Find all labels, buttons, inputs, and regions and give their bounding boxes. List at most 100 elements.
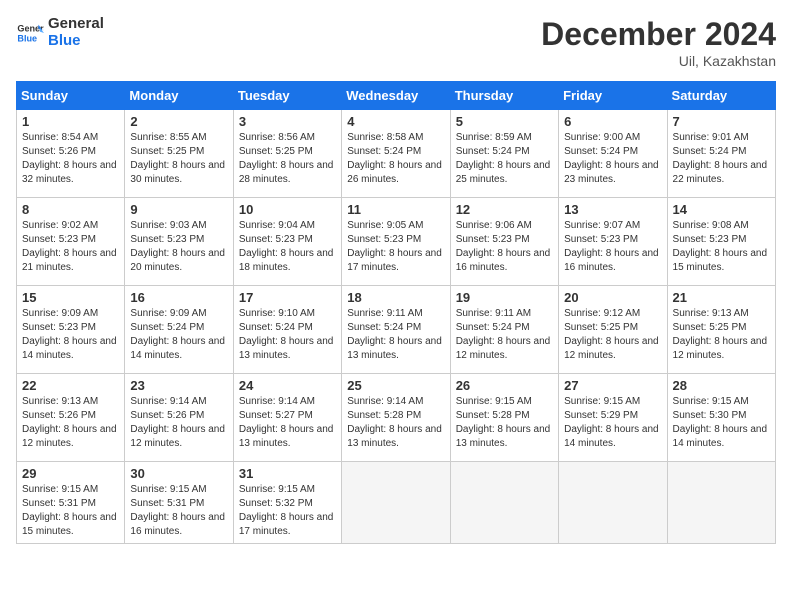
day-info: Sunrise: 9:00 AMSunset: 5:24 PMDaylight:…: [564, 131, 661, 187]
col-header-sunday: Sunday: [17, 82, 125, 110]
day-number: 5: [456, 114, 553, 129]
day-info: Sunrise: 9:07 AMSunset: 5:23 PMDaylight:…: [564, 219, 661, 275]
logo: General Blue General Blue: [16, 16, 104, 49]
month-title: December 2024: [541, 16, 776, 53]
day-cell: 5 Sunrise: 8:59 AMSunset: 5:24 PMDayligh…: [450, 110, 558, 198]
day-cell: 31 Sunrise: 9:15 AMSunset: 5:32 PMDaylig…: [233, 462, 341, 544]
day-number: 9: [130, 202, 227, 217]
day-cell: [342, 462, 450, 544]
day-info: Sunrise: 9:08 AMSunset: 5:23 PMDaylight:…: [673, 219, 770, 275]
day-info: Sunrise: 9:15 AMSunset: 5:29 PMDaylight:…: [564, 395, 661, 451]
col-header-saturday: Saturday: [667, 82, 775, 110]
day-info: Sunrise: 9:13 AMSunset: 5:25 PMDaylight:…: [673, 307, 770, 363]
day-number: 2: [130, 114, 227, 129]
day-info: Sunrise: 9:10 AMSunset: 5:24 PMDaylight:…: [239, 307, 336, 363]
day-cell: 11 Sunrise: 9:05 AMSunset: 5:23 PMDaylig…: [342, 198, 450, 286]
col-header-tuesday: Tuesday: [233, 82, 341, 110]
day-number: 24: [239, 378, 336, 393]
day-info: Sunrise: 9:11 AMSunset: 5:24 PMDaylight:…: [456, 307, 553, 363]
svg-text:Blue: Blue: [17, 33, 37, 43]
day-info: Sunrise: 8:59 AMSunset: 5:24 PMDaylight:…: [456, 131, 553, 187]
day-cell: 19 Sunrise: 9:11 AMSunset: 5:24 PMDaylig…: [450, 286, 558, 374]
day-number: 25: [347, 378, 444, 393]
day-number: 23: [130, 378, 227, 393]
title-section: December 2024 Uil, Kazakhstan: [541, 16, 776, 69]
day-number: 10: [239, 202, 336, 217]
day-info: Sunrise: 8:54 AMSunset: 5:26 PMDaylight:…: [22, 131, 119, 187]
week-row-3: 15 Sunrise: 9:09 AMSunset: 5:23 PMDaylig…: [17, 286, 776, 374]
day-cell: 12 Sunrise: 9:06 AMSunset: 5:23 PMDaylig…: [450, 198, 558, 286]
day-info: Sunrise: 9:15 AMSunset: 5:28 PMDaylight:…: [456, 395, 553, 451]
day-cell: 24 Sunrise: 9:14 AMSunset: 5:27 PMDaylig…: [233, 374, 341, 462]
day-info: Sunrise: 9:09 AMSunset: 5:24 PMDaylight:…: [130, 307, 227, 363]
day-cell: 13 Sunrise: 9:07 AMSunset: 5:23 PMDaylig…: [559, 198, 667, 286]
day-number: 7: [673, 114, 770, 129]
day-number: 27: [564, 378, 661, 393]
day-number: 13: [564, 202, 661, 217]
col-header-thursday: Thursday: [450, 82, 558, 110]
day-cell: 30 Sunrise: 9:15 AMSunset: 5:31 PMDaylig…: [125, 462, 233, 544]
day-number: 6: [564, 114, 661, 129]
day-info: Sunrise: 9:13 AMSunset: 5:26 PMDaylight:…: [22, 395, 119, 451]
day-number: 8: [22, 202, 119, 217]
day-cell: 18 Sunrise: 9:11 AMSunset: 5:24 PMDaylig…: [342, 286, 450, 374]
day-info: Sunrise: 9:15 AMSunset: 5:31 PMDaylight:…: [130, 483, 227, 539]
day-cell: 21 Sunrise: 9:13 AMSunset: 5:25 PMDaylig…: [667, 286, 775, 374]
week-row-2: 8 Sunrise: 9:02 AMSunset: 5:23 PMDayligh…: [17, 198, 776, 286]
day-cell: [559, 462, 667, 544]
day-number: 16: [130, 290, 227, 305]
week-row-5: 29 Sunrise: 9:15 AMSunset: 5:31 PMDaylig…: [17, 462, 776, 544]
day-cell: 28 Sunrise: 9:15 AMSunset: 5:30 PMDaylig…: [667, 374, 775, 462]
day-info: Sunrise: 9:09 AMSunset: 5:23 PMDaylight:…: [22, 307, 119, 363]
week-row-4: 22 Sunrise: 9:13 AMSunset: 5:26 PMDaylig…: [17, 374, 776, 462]
day-cell: 25 Sunrise: 9:14 AMSunset: 5:28 PMDaylig…: [342, 374, 450, 462]
day-cell: 22 Sunrise: 9:13 AMSunset: 5:26 PMDaylig…: [17, 374, 125, 462]
day-cell: 27 Sunrise: 9:15 AMSunset: 5:29 PMDaylig…: [559, 374, 667, 462]
day-number: 31: [239, 466, 336, 481]
day-cell: 3 Sunrise: 8:56 AMSunset: 5:25 PMDayligh…: [233, 110, 341, 198]
day-cell: [450, 462, 558, 544]
col-header-wednesday: Wednesday: [342, 82, 450, 110]
day-cell: 1 Sunrise: 8:54 AMSunset: 5:26 PMDayligh…: [17, 110, 125, 198]
week-row-1: 1 Sunrise: 8:54 AMSunset: 5:26 PMDayligh…: [17, 110, 776, 198]
day-info: Sunrise: 9:15 AMSunset: 5:30 PMDaylight:…: [673, 395, 770, 451]
day-info: Sunrise: 9:11 AMSunset: 5:24 PMDaylight:…: [347, 307, 444, 363]
day-number: 26: [456, 378, 553, 393]
location: Uil, Kazakhstan: [541, 53, 776, 69]
day-cell: 10 Sunrise: 9:04 AMSunset: 5:23 PMDaylig…: [233, 198, 341, 286]
day-number: 14: [673, 202, 770, 217]
header-row: SundayMondayTuesdayWednesdayThursdayFrid…: [17, 82, 776, 110]
logo-icon: General Blue: [16, 19, 44, 47]
logo-blue: Blue: [48, 33, 104, 50]
day-info: Sunrise: 9:15 AMSunset: 5:32 PMDaylight:…: [239, 483, 336, 539]
day-number: 1: [22, 114, 119, 129]
day-number: 4: [347, 114, 444, 129]
day-number: 22: [22, 378, 119, 393]
day-number: 18: [347, 290, 444, 305]
day-cell: 14 Sunrise: 9:08 AMSunset: 5:23 PMDaylig…: [667, 198, 775, 286]
day-info: Sunrise: 9:15 AMSunset: 5:31 PMDaylight:…: [22, 483, 119, 539]
day-number: 29: [22, 466, 119, 481]
day-cell: 17 Sunrise: 9:10 AMSunset: 5:24 PMDaylig…: [233, 286, 341, 374]
day-info: Sunrise: 8:56 AMSunset: 5:25 PMDaylight:…: [239, 131, 336, 187]
day-number: 12: [456, 202, 553, 217]
day-info: Sunrise: 9:06 AMSunset: 5:23 PMDaylight:…: [456, 219, 553, 275]
col-header-monday: Monday: [125, 82, 233, 110]
day-number: 17: [239, 290, 336, 305]
col-header-friday: Friday: [559, 82, 667, 110]
day-info: Sunrise: 9:14 AMSunset: 5:27 PMDaylight:…: [239, 395, 336, 451]
day-cell: [667, 462, 775, 544]
day-cell: 16 Sunrise: 9:09 AMSunset: 5:24 PMDaylig…: [125, 286, 233, 374]
day-cell: 9 Sunrise: 9:03 AMSunset: 5:23 PMDayligh…: [125, 198, 233, 286]
day-info: Sunrise: 9:12 AMSunset: 5:25 PMDaylight:…: [564, 307, 661, 363]
day-number: 11: [347, 202, 444, 217]
day-cell: 23 Sunrise: 9:14 AMSunset: 5:26 PMDaylig…: [125, 374, 233, 462]
calendar-table: SundayMondayTuesdayWednesdayThursdayFrid…: [16, 81, 776, 544]
day-cell: 20 Sunrise: 9:12 AMSunset: 5:25 PMDaylig…: [559, 286, 667, 374]
day-number: 15: [22, 290, 119, 305]
day-info: Sunrise: 9:05 AMSunset: 5:23 PMDaylight:…: [347, 219, 444, 275]
day-info: Sunrise: 9:01 AMSunset: 5:24 PMDaylight:…: [673, 131, 770, 187]
day-info: Sunrise: 9:03 AMSunset: 5:23 PMDaylight:…: [130, 219, 227, 275]
day-cell: 4 Sunrise: 8:58 AMSunset: 5:24 PMDayligh…: [342, 110, 450, 198]
day-number: 20: [564, 290, 661, 305]
